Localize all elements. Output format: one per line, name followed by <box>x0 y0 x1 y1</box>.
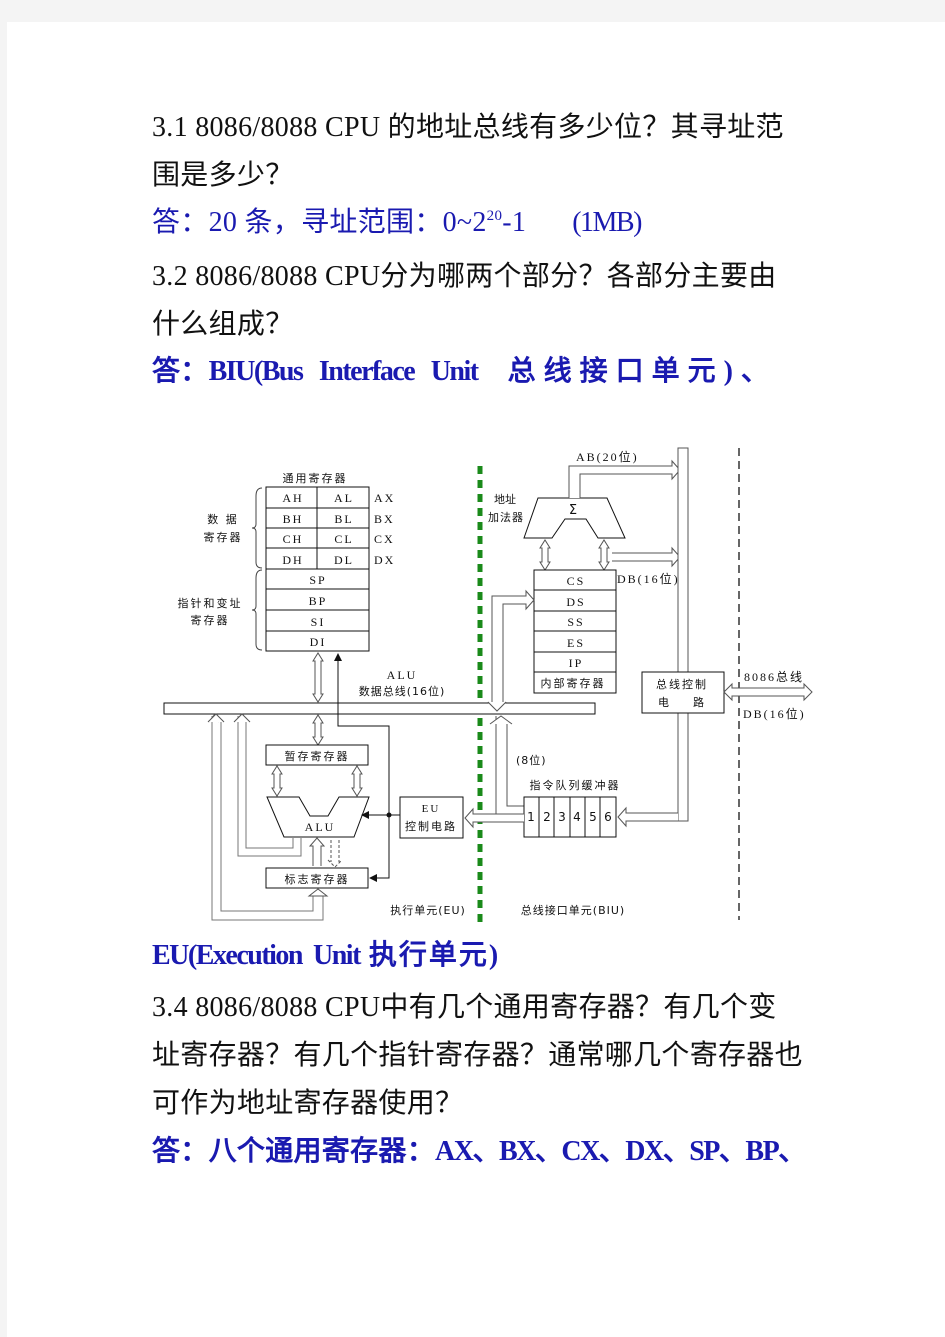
reg-sp: SP <box>309 573 326 587</box>
pointer-register-label-2: 寄存器 <box>191 613 230 627</box>
db-arrow-to-bus <box>612 546 681 568</box>
bus-to-queue-arrow <box>617 806 678 828</box>
queue-slot-1: 1 <box>527 810 535 824</box>
external-bus-label: 8086总线 <box>744 670 804 684</box>
reg-di: DI <box>310 635 327 649</box>
bus-control-label-1: 总线控制 <box>656 677 708 691</box>
question-3-4-line-2: 址寄存器？有几个指针寄存器？通常哪几个寄存器也 <box>152 1040 803 1071</box>
reg-ah: AH <box>282 491 303 505</box>
reg-ds: DS <box>566 595 585 609</box>
bus-control-label-2: 电 路 <box>658 696 706 709</box>
queue-title: 指令队列缓冲器 <box>530 778 621 792</box>
queue-to-eu-control-arrow <box>464 807 524 829</box>
db-label: DB(16位) <box>617 571 680 586</box>
queue-slot-6: 6 <box>604 810 612 824</box>
question-3-4-line-1: 3.4 8086/8088 CPU中有几个通用寄存器？有几个变 <box>152 992 777 1023</box>
eu-control-label-2: 控制电路 <box>405 819 457 833</box>
queue-width-label: (8位) <box>516 753 547 767</box>
pointer-register-label-1: 指针和变址 <box>178 596 243 610</box>
external-bus-arrow <box>723 682 813 702</box>
question-3-4-line-3: 可作为地址寄存器使用？ <box>152 1088 464 1119</box>
answer-3-4: 答：八个通用寄存器：AX、BX、CX、DX、SP、BP、 <box>152 1129 806 1169</box>
reg-es: ES <box>567 636 585 650</box>
cpu-architecture-diagram: 通用寄存器 数 据 寄存器 指针和变址 寄存器 AH AL AX BH BL B… <box>163 447 813 922</box>
biu-section-label: 总线接口单元(BIU) <box>521 903 625 917</box>
data-register-label-2: 寄存器 <box>204 530 243 544</box>
adder-sigma: Σ <box>569 503 577 518</box>
data-register-brace <box>251 487 263 569</box>
answer-3-2-eu: EU(Execution Unit 执行单元) <box>152 933 500 973</box>
reg-cx: CX <box>374 532 395 546</box>
reg-ch: CH <box>283 532 304 546</box>
answer-3-2-eu-cn: 执行单元) <box>359 940 501 971</box>
gp-register-title: 通用寄存器 <box>283 471 348 485</box>
instruction-queue <box>523 796 617 838</box>
queue-slot-5: 5 <box>589 810 597 824</box>
eu-control-label-1: EU <box>422 803 441 815</box>
external-db-label: DB(16位) <box>743 706 806 721</box>
temp-register-label: 暂存寄存器 <box>285 749 350 763</box>
reg-ss: SS <box>567 615 584 629</box>
control-to-flags <box>369 815 390 882</box>
eu-section-label: 执行单元(EU) <box>390 903 466 917</box>
adder-label-2: 加法器 <box>488 510 524 524</box>
ab-label: AB(20位) <box>576 449 639 464</box>
alu-bus-label-1: ALU <box>387 668 418 682</box>
internal-registers-label: 内部寄存器 <box>541 676 606 690</box>
reg-dh: DH <box>282 553 303 567</box>
biu-internal-bus <box>677 447 689 822</box>
reg-bx: BX <box>374 512 395 526</box>
answer-3-4-registers: AX、BX、CX、DX、SP、BP、 <box>435 1136 806 1167</box>
reg-ip: IP <box>569 656 584 670</box>
answer-3-2-eu-en: EU(Execution Unit <box>152 940 361 971</box>
data-register-label-1: 数 据 <box>207 512 239 526</box>
segment-register-table <box>533 569 617 694</box>
reg-bp: BP <box>309 594 328 608</box>
queue-slot-2: 2 <box>543 810 551 824</box>
queue-slot-3: 3 <box>558 810 566 824</box>
reg-ax: AX <box>374 491 395 505</box>
reg-si: SI <box>311 615 326 629</box>
flag-register-label: 标志寄存器 <box>285 872 350 886</box>
reg-al: AL <box>334 491 354 505</box>
alu-label: ALU <box>305 820 336 834</box>
bus-arrowhead-up <box>489 715 513 725</box>
adder-label-1: 地址 <box>494 492 516 506</box>
reg-bh: BH <box>283 512 304 526</box>
reg-cs: CS <box>567 574 586 588</box>
alu-data-bus <box>163 702 596 715</box>
alu-bus-to-segment-arrow <box>491 589 535 702</box>
reg-cl: CL <box>334 532 353 546</box>
reg-dx: DX <box>374 553 395 567</box>
queue-slot-4: 4 <box>573 810 581 824</box>
answer-3-4-prefix: 答：八个通用寄存器： <box>152 1136 436 1167</box>
alu-bus-label-2: 数据总线(16位) <box>359 684 446 698</box>
ab-arrow <box>568 459 681 498</box>
reg-dl: DL <box>334 553 354 567</box>
pointer-register-brace <box>251 569 263 651</box>
reg-bl: BL <box>334 512 353 526</box>
control-line-to-registers <box>334 653 390 815</box>
